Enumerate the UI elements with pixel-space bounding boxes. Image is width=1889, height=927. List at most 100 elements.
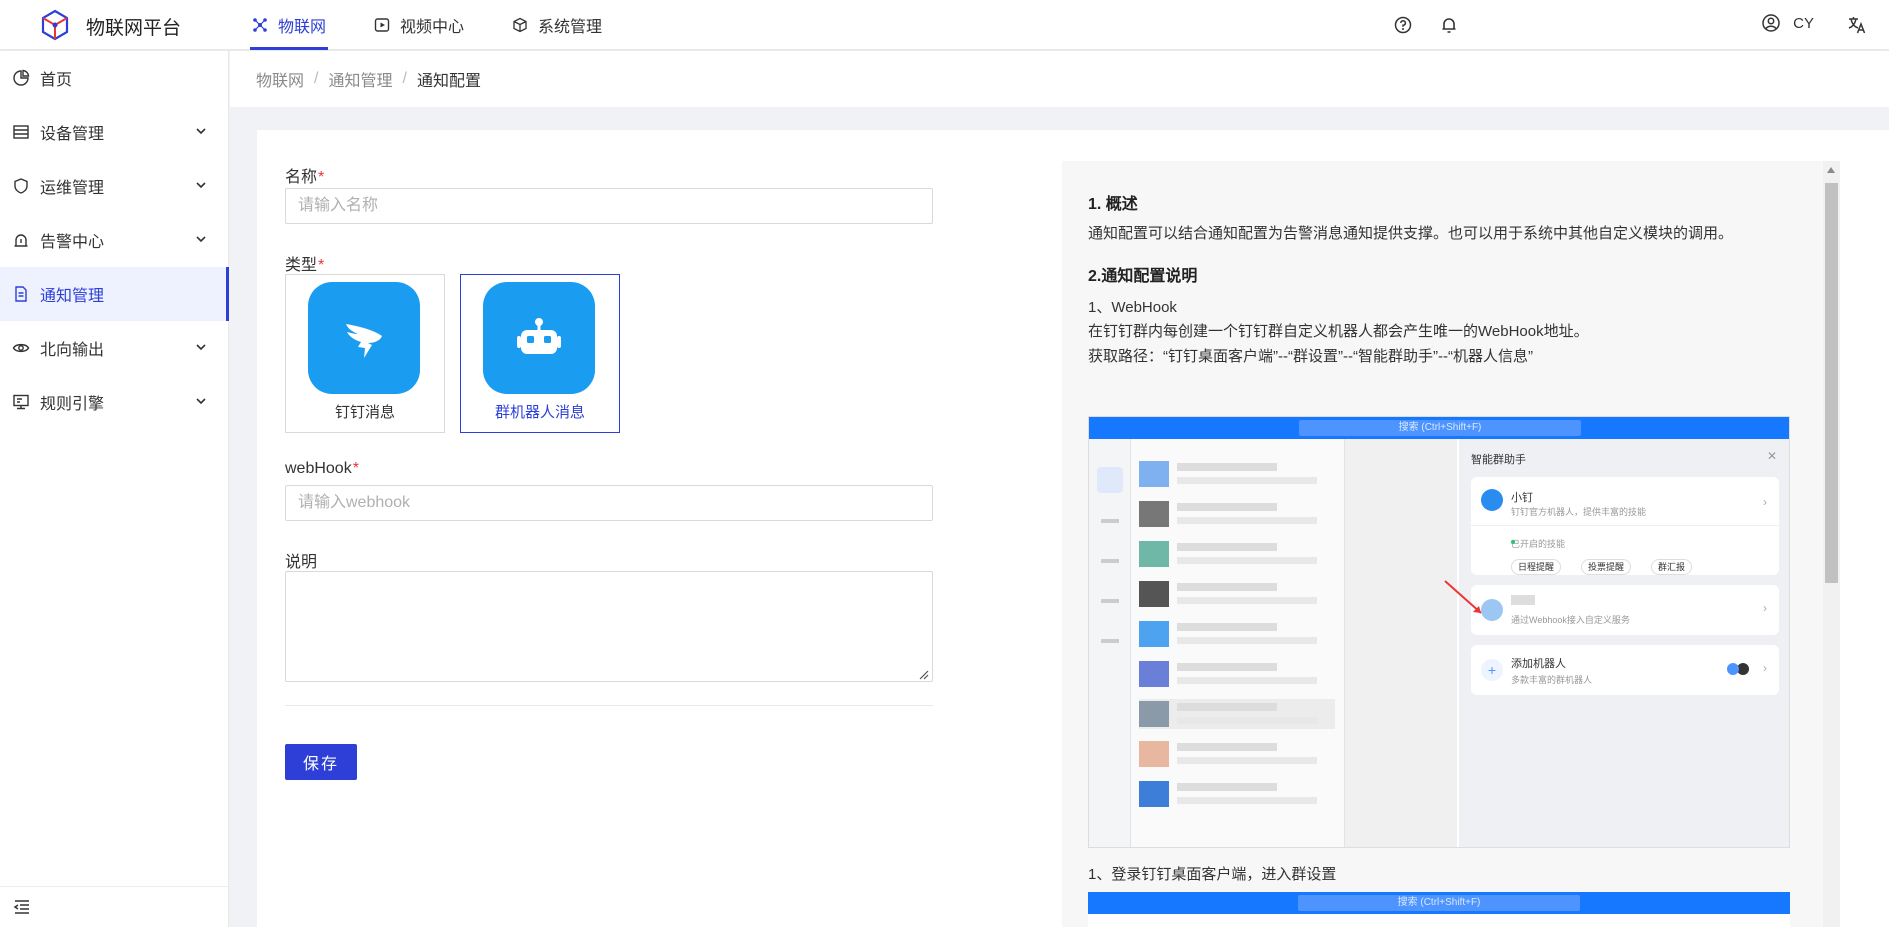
menu-collapse-icon[interactable] [12, 897, 32, 917]
required-mark: * [318, 257, 325, 274]
sidebar-item-label: 首页 [40, 72, 73, 89]
skill-chip: 投票提醒 [1581, 559, 1632, 575]
sidebar-divider [0, 886, 228, 887]
sidebar-item-label: 运维管理 [40, 180, 105, 197]
screenshot-titlebar: 搜索 (Ctrl+Shift+F) [1088, 892, 1790, 914]
add-robot-name: 添加机器人 [1511, 658, 1566, 670]
screenshot-titlebar: 搜索 (Ctrl+Shift+F) [1089, 417, 1789, 439]
top-nav: 物联网 视频中心 系统管理 [250, 0, 648, 50]
annotation-arrow-icon [1444, 580, 1482, 614]
screenshot-nav [1089, 439, 1131, 847]
description-textarea[interactable] [285, 571, 933, 682]
dingtalk-icon [308, 282, 420, 394]
topnav-label: 视频中心 [400, 19, 465, 36]
breadcrumb-separator: / [402, 70, 407, 87]
user-name: CY [1793, 14, 1814, 32]
assistant-card-add-robot: + 添加机器人 多款丰富的群机器人 › [1471, 645, 1779, 695]
screenshot-chat-area [1345, 439, 1457, 847]
chevron-down-icon [196, 182, 206, 189]
doc-scrollbar[interactable] [1823, 161, 1840, 927]
sidebar-item-label: 规则引擎 [40, 396, 105, 413]
topnav-video-center[interactable]: 视频中心 [372, 0, 466, 50]
content-card: 名称* 类型* 钉钉消息 [257, 130, 1889, 927]
form-divider [285, 705, 933, 706]
chevron-right-icon: › [1763, 495, 1767, 509]
bell-icon[interactable] [1439, 15, 1459, 35]
add-robot-desc: 多款丰富的群机器人 [1511, 675, 1593, 685]
sidebar-item-label: 通知管理 [40, 288, 105, 305]
topnav-label: 系统管理 [538, 19, 603, 36]
type-option-label: 钉钉消息 [334, 404, 395, 421]
bot-status: 已开启的技能 [1511, 539, 1566, 549]
save-button[interactable]: 保存 [285, 744, 357, 780]
alarm-icon [14, 234, 28, 247]
sidebar-item-notification-management[interactable]: 通知管理 [0, 267, 229, 321]
topnav-system-management[interactable]: 系统管理 [510, 0, 604, 50]
bot-name: 小钉 [1511, 492, 1533, 504]
sidebar-item-label: 设备管理 [40, 126, 105, 143]
scroll-up-arrow-icon[interactable] [1827, 167, 1835, 173]
skill-chip: 日程提醒 [1511, 559, 1562, 575]
doc-paragraph: 1、登录钉钉桌面客户端，进入群设置 [1088, 866, 1337, 883]
type-option-dingtalk-message[interactable]: 钉钉消息 [285, 274, 445, 433]
breadcrumb-current: 通知配置 [416, 73, 481, 90]
help-icon[interactable] [1393, 15, 1413, 35]
help-doc-panel[interactable]: 1. 概述 通知配置可以结合通知配置为告警消息通知提供支撑。也可以用于系统中其他… [1062, 161, 1840, 927]
required-mark: * [352, 460, 359, 477]
assistant-card-xiaoding: 小钉 钉钉官方机器人，提供丰富的技能 › 已开启的技能 日程提醒 投票提醒 群汇… [1471, 477, 1779, 575]
sidebar-item-northbound-output[interactable]: 北向输出 [0, 321, 228, 375]
sidebar-item-home[interactable]: 首页 [0, 51, 228, 105]
user-menu[interactable]: CY [1761, 13, 1814, 33]
doc-scrollbar-thumb[interactable] [1825, 183, 1838, 583]
doc-paragraph: 在钉钉群内每创建一个钉钉群自定义机器人都会产生唯一的WebHook地址。 [1088, 323, 1589, 340]
translate-icon[interactable] [1847, 15, 1867, 35]
name-label: 名称* [285, 169, 325, 186]
close-icon: ✕ [1766, 449, 1777, 463]
doc-heading-overview: 1. 概述 [1088, 196, 1138, 213]
webhook-input[interactable] [285, 485, 933, 521]
topnav-iot[interactable]: 物联网 [250, 0, 329, 50]
breadcrumb-item[interactable]: 通知管理 [328, 67, 392, 91]
app-logo-icon [41, 9, 69, 41]
doc-paragraph: 通知配置可以结合通知配置为告警消息通知提供支撑。也可以用于系统中其他自定义模块的… [1088, 225, 1734, 242]
iot-icon [253, 18, 267, 32]
chevron-right-icon: › [1763, 601, 1767, 615]
screenshot-search: 搜索 (Ctrl+Shift+F) [1299, 420, 1581, 436]
name-input[interactable] [285, 188, 933, 224]
screenshot-chat-list [1131, 439, 1345, 847]
eye-icon [12, 343, 30, 353]
video-icon [374, 18, 390, 32]
required-mark: * [318, 169, 325, 186]
skill-chip: 群汇报 [1651, 559, 1693, 575]
type-label: 类型* [285, 257, 325, 274]
sidebar-item-alarm-center[interactable]: 告警中心 [0, 213, 228, 267]
screenshot-assistant-panel: 智能群助手 ✕ 小钉 钉钉官方机器人，提供丰富的技能 › 已开启的技能 日程提醒… [1444, 439, 1789, 847]
bot-desc: 钉钉官方机器人，提供丰富的技能 [1511, 507, 1647, 517]
sidebar-item-label: 北向输出 [40, 342, 105, 359]
topnav-label: 物联网 [278, 19, 327, 36]
doc-screenshot-dingtalk: 搜索 (Ctrl+Shift+F) 智能群助手 ✕ 小钉 钉钉官方机器人，提供丰… [1088, 416, 1790, 848]
doc-heading-config: 2.通知配置说明 [1088, 268, 1198, 285]
rules-icon [13, 394, 29, 410]
type-option-group-robot-message[interactable]: 群机器人消息 [460, 274, 620, 433]
chevron-right-icon: › [1763, 661, 1767, 675]
cube-icon [513, 17, 527, 33]
assistant-card-custom-webhook: 通过Webhook接入自定义服务 › [1471, 585, 1779, 635]
sidebar-item-ops-management[interactable]: 运维管理 [0, 159, 228, 213]
device-icon [13, 125, 29, 139]
user-avatar-icon [1762, 14, 1780, 32]
app-title: 物联网平台 [86, 18, 182, 39]
chevron-down-icon [196, 236, 206, 243]
chevron-down-icon [196, 128, 206, 135]
shield-icon [14, 178, 28, 194]
breadcrumb-separator: / [314, 70, 319, 87]
breadcrumb: 物联网 / 通知管理 / 通知配置 [230, 51, 1889, 107]
doc-screenshot-dingtalk-2: 搜索 (Ctrl+Shift+F) [1088, 892, 1790, 927]
screenshot-search: 搜索 (Ctrl+Shift+F) [1298, 895, 1580, 911]
sidebar-item-device-management[interactable]: 设备管理 [0, 105, 228, 159]
chevron-down-icon [196, 344, 206, 351]
breadcrumb-item[interactable]: 物联网 [256, 67, 304, 91]
assistant-panel-title: 智能群助手 [1471, 454, 1526, 466]
resize-grip-icon[interactable] [919, 670, 929, 680]
sidebar-item-rule-engine[interactable]: 规则引擎 [0, 375, 228, 429]
